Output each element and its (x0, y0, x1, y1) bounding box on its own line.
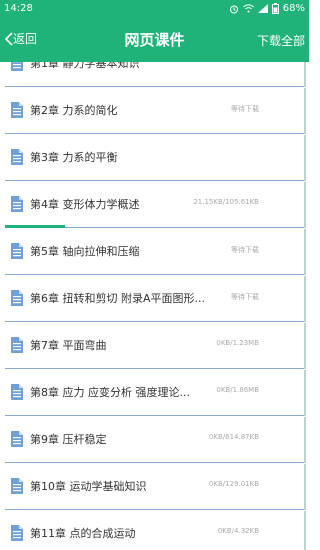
chapter-row[interactable]: 第2章 力系的简化 等待下载 (0, 88, 309, 134)
chapter-row[interactable]: 第5章 轴向拉伸和压缩 等待下载 (0, 229, 309, 275)
battery-icon (271, 3, 279, 14)
chapter-row[interactable]: 第3章 力系的平衡 (0, 135, 309, 181)
back-label: 返回 (13, 32, 38, 46)
status-bar: 14:28 68% (0, 0, 309, 18)
download-status: 等待下载 (231, 105, 259, 113)
chapter-title: 第3章 力系的平衡 (30, 151, 118, 164)
document-icon (11, 431, 23, 447)
chapter-title: 第11章 点的合成运动 (30, 527, 136, 540)
download-status: 0KB/1.23MB (216, 339, 259, 347)
download-progress-bar (5, 225, 65, 228)
document-icon (11, 243, 23, 259)
chapter-title: 第2章 力系的简化 (30, 104, 118, 117)
back-button[interactable]: 返回 (4, 30, 37, 47)
chapter-list[interactable]: 第1章 静力学基本知识 第2章 力系的简化 等待下载 第3章 力系的平衡 第4章 变形体… (0, 62, 309, 550)
chapter-row[interactable]: 第9章 压杆稳定 0KB/614.87KB (0, 417, 309, 463)
battery-level: 68% (282, 3, 305, 14)
document-icon (11, 337, 23, 353)
status-icons: 68% (229, 3, 305, 14)
chapter-row[interactable]: 第6章 扭转和剪切 附录A平面图形... 等待下载 (0, 276, 309, 322)
status-time: 14:28 (4, 3, 33, 14)
alarm-icon (229, 5, 238, 13)
document-icon (11, 478, 23, 494)
download-status: 21.15KB/105.61KB (193, 198, 259, 206)
row-edge-indicator (304, 135, 306, 181)
download-status: 0KB/129.01KB (208, 480, 259, 488)
row-divider (5, 368, 304, 369)
row-divider (5, 321, 304, 322)
chapter-row[interactable]: 第10章 运动学基础知识 0KB/129.01KB (0, 464, 309, 510)
header-bar: 返回 网页课件 下载全部 (0, 18, 309, 62)
chapter-title: 第4章 变形体力学概述 (30, 198, 140, 211)
row-edge-indicator (304, 182, 306, 228)
wifi-icon (242, 4, 254, 13)
signal-icon (257, 4, 268, 13)
row-divider (5, 509, 304, 510)
chapter-title: 第7章 平面弯曲 (30, 339, 107, 352)
row-edge-indicator (304, 323, 306, 369)
document-icon (11, 196, 23, 212)
chapter-row[interactable]: 第7章 平面弯曲 0KB/1.23MB (0, 323, 309, 369)
row-divider (5, 86, 304, 87)
document-icon (11, 149, 23, 165)
row-edge-indicator (304, 276, 306, 322)
chapter-title: 第6章 扭转和剪切 附录A平面图形... (30, 292, 206, 305)
row-edge-indicator (304, 88, 306, 134)
download-all-button[interactable]: 下载全部 (257, 32, 305, 49)
chevron-left-icon (4, 31, 13, 46)
row-edge-indicator (304, 417, 306, 463)
row-divider (5, 462, 304, 463)
row-divider (5, 133, 304, 134)
chapter-title: 第1章 静力学基本知识 (30, 62, 140, 70)
download-status: 0KB/614.87KB (208, 433, 259, 441)
document-icon (11, 62, 23, 71)
row-divider (5, 274, 304, 275)
row-edge-indicator (304, 464, 306, 510)
download-status: 等待下载 (231, 246, 259, 254)
row-edge-indicator (304, 511, 306, 550)
chapter-title: 第5章 轴向拉伸和压缩 (30, 245, 140, 258)
row-divider (5, 415, 304, 416)
row-edge-indicator (304, 370, 306, 416)
chapter-title: 第10章 运动学基础知识 (30, 480, 147, 493)
row-edge-indicator (304, 62, 306, 87)
document-icon (11, 525, 23, 541)
document-icon (11, 290, 23, 306)
document-icon (11, 384, 23, 400)
chapter-row[interactable]: 第8章 应力 应变分析 强度理论... 0KB/1.86MB (0, 370, 309, 416)
document-icon (11, 102, 23, 118)
row-divider (5, 180, 304, 181)
row-edge-indicator (304, 229, 306, 275)
chapter-row[interactable]: 第11章 点的合成运动 0KB/4.32KB (0, 511, 309, 550)
chapter-title: 第9章 压杆稳定 (30, 433, 107, 446)
download-status: 等待下载 (231, 293, 259, 301)
chapter-row[interactable]: 第4章 变形体力学概述 21.15KB/105.61KB (0, 182, 309, 228)
download-status: 0KB/4.32KB (217, 527, 259, 535)
chapter-row[interactable]: 第1章 静力学基本知识 (0, 62, 309, 87)
chapter-title: 第8章 应力 应变分析 强度理论... (30, 386, 190, 399)
download-status: 0KB/1.86MB (216, 386, 259, 394)
